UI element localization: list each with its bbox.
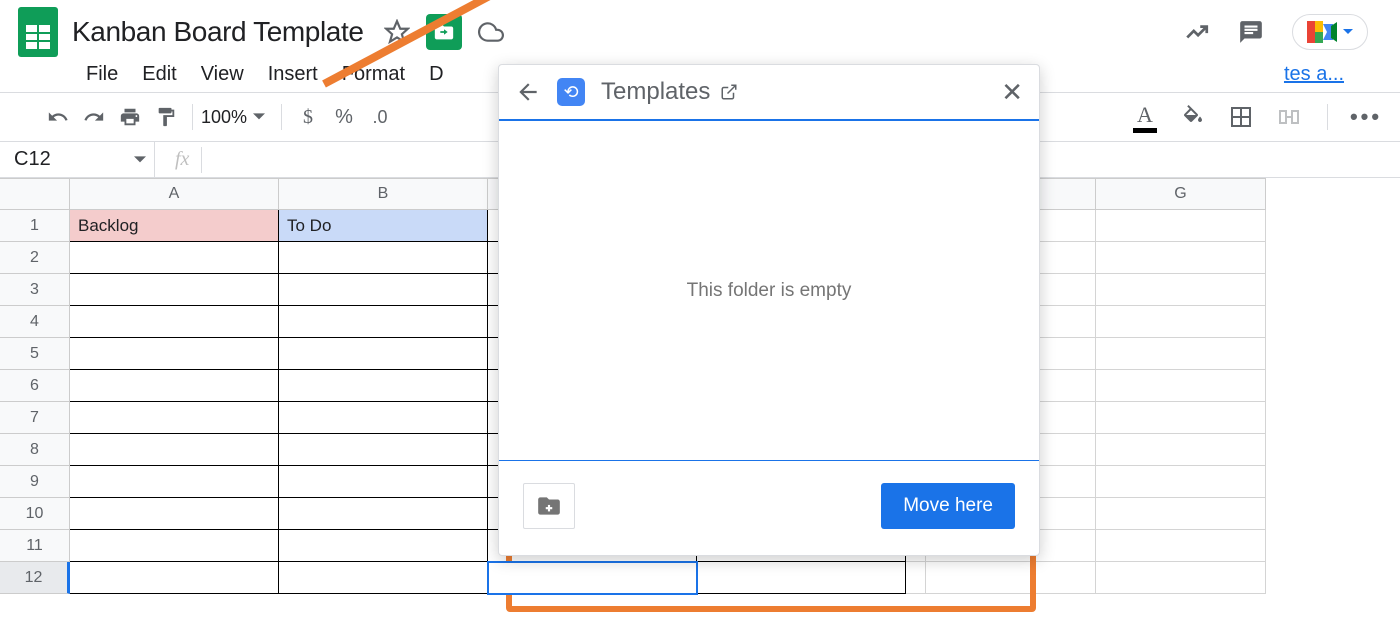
cell[interactable] (70, 562, 279, 594)
shared-folder-icon: ⟲ (557, 78, 585, 106)
close-icon[interactable]: ✕ (1001, 77, 1023, 108)
cell[interactable] (1096, 338, 1266, 370)
cell[interactable] (70, 274, 279, 306)
cell[interactable] (279, 338, 488, 370)
paint-format-icon[interactable] (148, 99, 184, 135)
more-icon[interactable]: ••• (1348, 99, 1384, 135)
cell[interactable] (279, 306, 488, 338)
activity-icon[interactable] (1184, 19, 1210, 45)
menu-file[interactable]: File (76, 59, 128, 90)
titlebar: Kanban Board Template (0, 0, 1400, 56)
menu-view[interactable]: View (191, 59, 254, 90)
truncated-link[interactable]: tes a... (1284, 63, 1344, 86)
open-external-icon[interactable] (720, 83, 738, 101)
cell[interactable] (279, 466, 488, 498)
cell[interactable] (70, 530, 279, 562)
cell[interactable]: Backlog (70, 210, 279, 242)
cell[interactable] (70, 498, 279, 530)
cell[interactable] (279, 562, 488, 594)
menu-insert[interactable]: Insert (258, 59, 328, 90)
row-header[interactable]: 8 (0, 434, 70, 466)
row-header[interactable]: 3 (0, 274, 70, 306)
cell[interactable] (279, 434, 488, 466)
cell[interactable] (1096, 498, 1266, 530)
new-folder-button[interactable] (523, 483, 575, 529)
cell[interactable] (70, 306, 279, 338)
cell[interactable] (279, 370, 488, 402)
row-header[interactable]: 9 (0, 466, 70, 498)
undo-icon[interactable] (40, 99, 76, 135)
currency-icon[interactable]: $ (290, 99, 326, 135)
cell[interactable] (70, 402, 279, 434)
cell[interactable] (70, 466, 279, 498)
menu-trunc[interactable]: D (419, 59, 453, 90)
move-folder-popup: ⟲ Templates ✕ This folder is empty Move … (498, 64, 1040, 556)
row-header[interactable]: 11 (0, 530, 70, 562)
cell[interactable] (1096, 242, 1266, 274)
cell[interactable] (70, 370, 279, 402)
cell[interactable] (279, 274, 488, 306)
name-box-dropdown-icon[interactable] (134, 154, 146, 166)
col-header-g[interactable]: G (1096, 178, 1266, 210)
cell[interactable] (1096, 466, 1266, 498)
cell[interactable] (279, 530, 488, 562)
cell[interactable] (1096, 274, 1266, 306)
redo-icon[interactable] (76, 99, 112, 135)
print-icon[interactable] (112, 99, 148, 135)
separator (1327, 104, 1328, 130)
meet-button[interactable] (1292, 14, 1368, 50)
cell[interactable] (279, 402, 488, 434)
merge-cells-icon[interactable] (1271, 99, 1307, 135)
separator (192, 104, 193, 130)
cell[interactable] (1096, 402, 1266, 434)
separator (201, 147, 202, 173)
row-header[interactable]: 1 (0, 210, 70, 242)
cloud-saved-icon[interactable] (478, 19, 504, 45)
row-header[interactable]: 10 (0, 498, 70, 530)
menu-edit[interactable]: Edit (132, 59, 186, 90)
cell[interactable] (279, 242, 488, 274)
row-header[interactable]: 6 (0, 370, 70, 402)
popup-title: Templates (601, 78, 738, 106)
cell[interactable] (279, 498, 488, 530)
empty-message: This folder is empty (687, 280, 852, 302)
select-all-corner[interactable] (0, 178, 70, 210)
percent-icon[interactable]: % (326, 99, 362, 135)
cell[interactable] (1096, 562, 1266, 594)
fx-icon: fx (175, 148, 189, 171)
text-color-icon[interactable]: A (1127, 99, 1163, 135)
cell[interactable] (697, 562, 906, 594)
cell[interactable] (1096, 434, 1266, 466)
cell[interactable] (1096, 370, 1266, 402)
row-header[interactable]: 7 (0, 402, 70, 434)
cell[interactable] (70, 242, 279, 274)
folder-contents: This folder is empty (499, 121, 1039, 461)
cell[interactable] (1096, 530, 1266, 562)
cell[interactable] (1096, 210, 1266, 242)
row-header[interactable]: 5 (0, 338, 70, 370)
cell[interactable] (70, 434, 279, 466)
col-header-a[interactable]: A (70, 178, 279, 210)
comment-icon[interactable] (1238, 19, 1264, 45)
cell[interactable] (1096, 306, 1266, 338)
name-box[interactable]: C12 (14, 148, 51, 171)
cell[interactable]: To Do (279, 210, 488, 242)
decimal-decrease-icon[interactable]: .0 (362, 99, 398, 135)
fill-color-icon[interactable] (1175, 99, 1211, 135)
cell[interactable] (926, 562, 1096, 594)
row-header[interactable]: 12 (0, 562, 70, 594)
row-header[interactable]: 2 (0, 242, 70, 274)
row-header[interactable]: 4 (0, 306, 70, 338)
back-arrow-icon[interactable] (515, 79, 541, 105)
move-here-button[interactable]: Move here (881, 483, 1015, 529)
cell[interactable] (906, 562, 926, 594)
separator (281, 104, 282, 130)
zoom-select[interactable]: 100% (201, 107, 265, 128)
sheets-logo[interactable] (16, 4, 60, 60)
doc-title[interactable]: Kanban Board Template (72, 15, 364, 49)
borders-icon[interactable] (1223, 99, 1259, 135)
col-header-b[interactable]: B (279, 178, 488, 210)
cell[interactable] (70, 338, 279, 370)
cell-selected[interactable] (488, 562, 697, 594)
